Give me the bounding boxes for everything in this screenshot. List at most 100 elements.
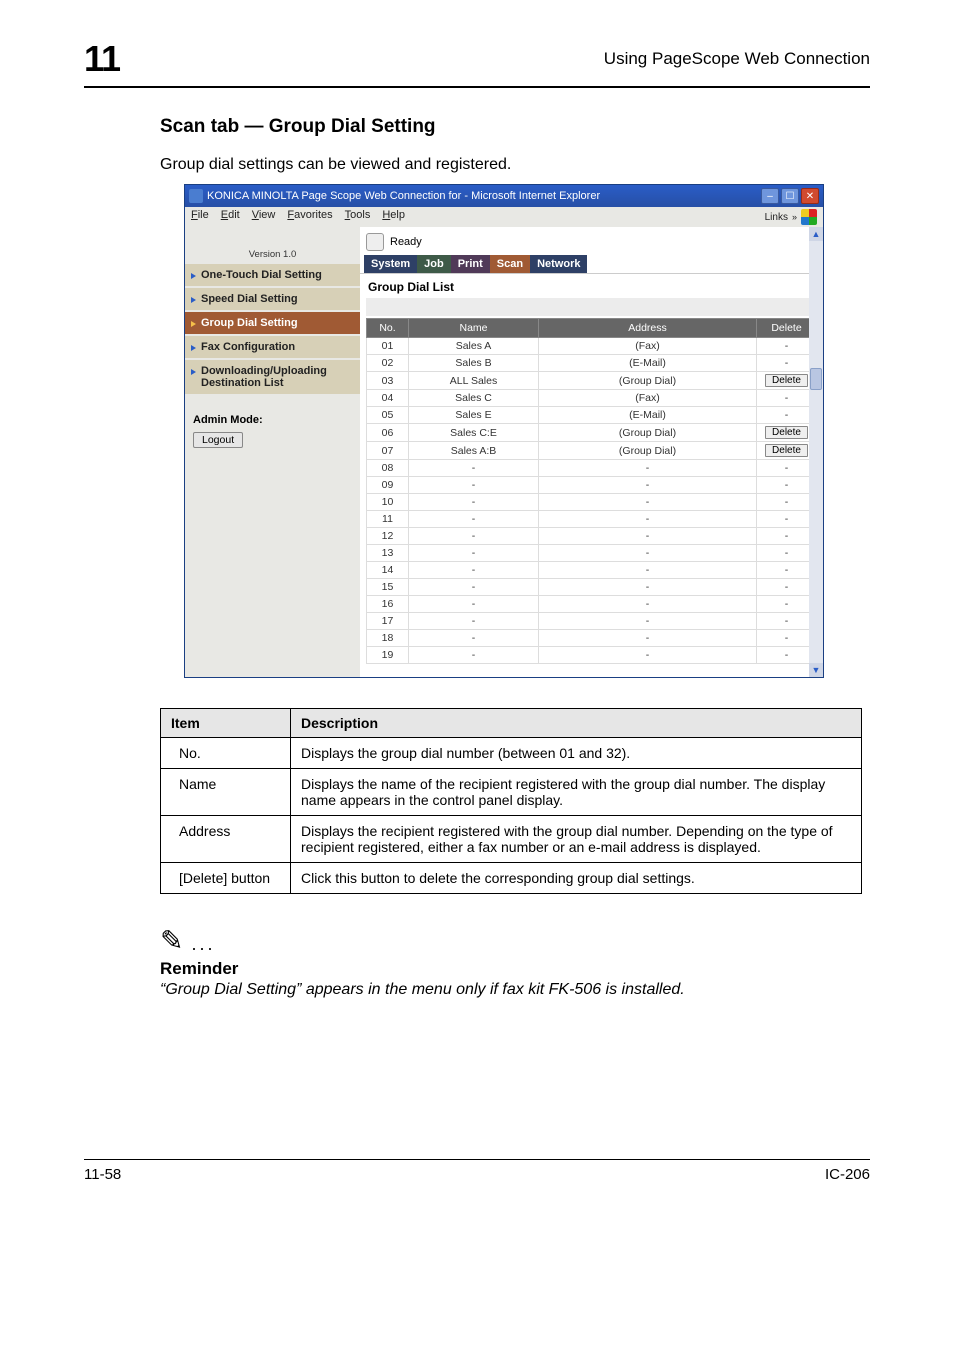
sidebar-item-speeddial[interactable]: Speed Dial Setting (185, 288, 360, 310)
table-row: 14--- (367, 562, 817, 579)
sidebar-item-faxconfig[interactable]: Fax Configuration (185, 336, 360, 358)
cell-name: - (409, 562, 539, 579)
scroll-thumb[interactable] (810, 368, 822, 390)
desc-cell-item: Name (161, 769, 291, 816)
table-row: 06Sales C:E(Group Dial) Delete (367, 424, 817, 442)
chevron-icon[interactable]: » (792, 212, 797, 222)
cell-no: 15 (367, 579, 409, 596)
cell-delete: - (757, 407, 817, 424)
cell-no: 06 (367, 424, 409, 442)
cell-delete: - (757, 562, 817, 579)
cell-address: - (539, 596, 757, 613)
scroll-down-icon[interactable]: ▼ (809, 663, 823, 677)
menu-view[interactable]: View (252, 209, 276, 225)
description-table: Item Description No.Displays the group d… (160, 708, 862, 894)
table-row: 09--- (367, 477, 817, 494)
scroll-up-icon[interactable]: ▲ (809, 227, 823, 241)
tab-print[interactable]: Print (451, 255, 490, 273)
cell-name: Sales E (409, 407, 539, 424)
table-row: 05Sales E(E-Mail)- (367, 407, 817, 424)
maximize-button[interactable]: ☐ (781, 188, 799, 204)
sidebar-item-groupdial[interactable]: Group Dial Setting (185, 312, 360, 334)
cell-delete: - (757, 647, 817, 664)
cell-name: Sales C:E (409, 424, 539, 442)
table-row: 04Sales C(Fax)- (367, 390, 817, 407)
cell-address: - (539, 579, 757, 596)
table-row: No.Displays the group dial number (betwe… (161, 738, 862, 769)
cell-name: Sales B (409, 355, 539, 372)
cell-no: 14 (367, 562, 409, 579)
status-ready: Ready (390, 236, 422, 248)
links-label[interactable]: Links (765, 212, 788, 223)
desc-cell-text: Click this button to delete the correspo… (291, 863, 862, 894)
cell-no: 19 (367, 647, 409, 664)
minimize-button[interactable]: – (761, 188, 779, 204)
cell-name: - (409, 460, 539, 477)
cell-no: 09 (367, 477, 409, 494)
delete-button[interactable]: Delete (765, 374, 808, 387)
menu-favorites[interactable]: Favorites (287, 209, 332, 225)
cell-name: - (409, 528, 539, 545)
cell-name: - (409, 613, 539, 630)
section-heading: Scan tab — Group Dial Setting (160, 116, 870, 138)
delete-button[interactable]: Delete (765, 444, 808, 457)
cell-address: (E-Mail) (539, 407, 757, 424)
menu-edit[interactable]: Edit (221, 209, 240, 225)
cell-delete: Delete (757, 372, 817, 390)
printer-icon (366, 233, 384, 251)
divider-top (84, 86, 870, 88)
delete-button[interactable]: Delete (765, 426, 808, 439)
table-row: 11--- (367, 511, 817, 528)
scrollbar[interactable]: ▲ ▼ (809, 227, 823, 677)
desc-hdr-desc: Description (291, 709, 862, 738)
cell-address: (Group Dial) (539, 424, 757, 442)
cell-no: 05 (367, 407, 409, 424)
filter-row (366, 298, 817, 316)
windows-logo-icon[interactable] (801, 209, 817, 225)
sidebar-item-download[interactable]: Downloading/Uploading Destination List (185, 360, 360, 394)
cell-no: 10 (367, 494, 409, 511)
cell-name: - (409, 545, 539, 562)
cell-delete: - (757, 460, 817, 477)
menu-bar: File Edit View Favorites Tools Help Link… (185, 207, 823, 227)
tab-scan[interactable]: Scan (490, 255, 530, 273)
cell-address: (Group Dial) (539, 372, 757, 390)
cell-delete: - (757, 579, 817, 596)
table-row: 08--- (367, 460, 817, 477)
table-row: 13--- (367, 545, 817, 562)
cell-name: - (409, 647, 539, 664)
menu-tools[interactable]: Tools (345, 209, 371, 225)
cell-no: 13 (367, 545, 409, 562)
cell-delete: - (757, 596, 817, 613)
table-row: 17--- (367, 613, 817, 630)
cell-no: 18 (367, 630, 409, 647)
tab-job[interactable]: Job (417, 255, 451, 273)
sidebar-item-onetouch[interactable]: One-Touch Dial Setting (185, 264, 360, 286)
desc-cell-item: [Delete] button (161, 863, 291, 894)
menu-help[interactable]: Help (382, 209, 405, 225)
section-intro: Group dial settings can be viewed and re… (160, 156, 870, 174)
cell-no: 02 (367, 355, 409, 372)
screenshot: KONICA MINOLTA Page Scope Web Connection… (184, 184, 870, 678)
table-row: 02Sales B(E-Mail)- (367, 355, 817, 372)
cell-address: - (539, 477, 757, 494)
table-row: 15--- (367, 579, 817, 596)
close-button[interactable]: ✕ (801, 188, 819, 204)
cell-delete: - (757, 390, 817, 407)
col-delete: Delete (757, 319, 817, 338)
menu-file[interactable]: File (191, 209, 209, 225)
tab-system[interactable]: System (364, 255, 417, 273)
footer-page: 11-58 (84, 1166, 121, 1183)
cell-delete: Delete (757, 442, 817, 460)
cell-delete: - (757, 613, 817, 630)
tab-network[interactable]: Network (530, 255, 587, 273)
table-row: 19--- (367, 647, 817, 664)
cell-no: 17 (367, 613, 409, 630)
cell-delete: - (757, 630, 817, 647)
note-body: “Group Dial Setting” appears in the menu… (160, 981, 780, 999)
desc-cell-text: Displays the recipient registered with t… (291, 816, 862, 863)
logout-button[interactable]: Logout (193, 432, 243, 448)
desc-cell-item: Address (161, 816, 291, 863)
table-row: 07Sales A:B(Group Dial)Delete (367, 442, 817, 460)
col-address: Address (539, 319, 757, 338)
